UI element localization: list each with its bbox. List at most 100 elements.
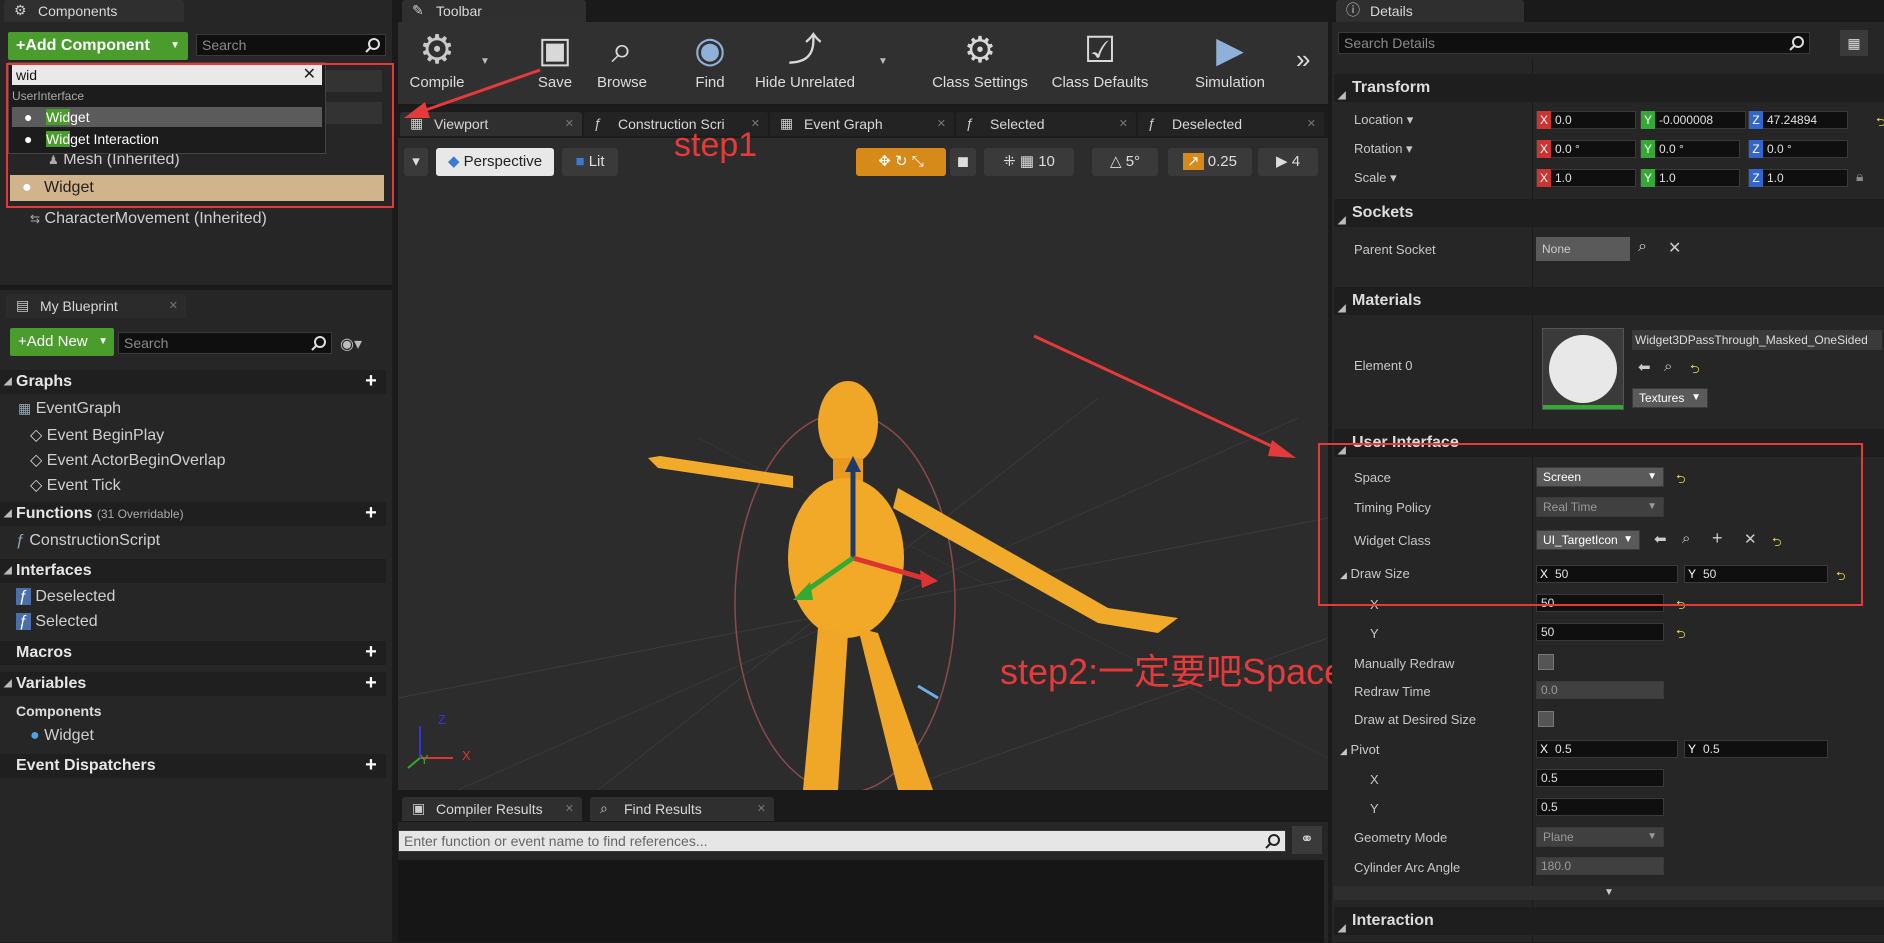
location-z-field[interactable]: Z 47.24894 — [1748, 111, 1848, 129]
compile-button[interactable]: ⚙ Compile — [400, 26, 474, 91]
event-dispatchers-section[interactable]: Event Dispatchers + — [0, 754, 386, 778]
tab-my-blueprint[interactable]: ▤ My Blueprint ✕ — [6, 294, 186, 318]
add-function-icon[interactable]: + — [362, 503, 380, 523]
tab-selected[interactable]: ƒ Selected ✕ — [956, 112, 1136, 136]
components-search-input[interactable]: Search — [196, 34, 386, 56]
tab-close-icon[interactable]: ✕ — [565, 797, 574, 821]
sockets-section[interactable]: ◢ Sockets — [1334, 199, 1884, 227]
location-label[interactable]: Location ▾ — [1354, 112, 1413, 128]
add-macro-icon[interactable]: + — [362, 642, 380, 662]
close-icon[interactable]: ✕ — [1668, 238, 1681, 258]
rotation-snap-button[interactable]: △ 5° — [1092, 148, 1158, 176]
tab-event-graph[interactable]: ▦ Event Graph ✕ — [770, 112, 954, 136]
rotation-y-field[interactable]: Y 0.0 ° — [1640, 140, 1740, 158]
save-button[interactable]: ▣ Save — [520, 26, 590, 91]
property-matrix-button[interactable]: ▦ — [1840, 30, 1868, 56]
draw-size-y-sub-field[interactable]: 50 — [1536, 623, 1664, 641]
interfaces-section[interactable]: ◢ Interfaces — [0, 559, 386, 583]
textures-button[interactable]: Textures ▼ — [1632, 388, 1708, 408]
class-settings-button[interactable]: ⚙ Class Settings — [924, 26, 1036, 91]
manually-redraw-checkbox[interactable] — [1538, 654, 1554, 670]
pivot-x-sub-field[interactable]: 0.5 — [1536, 769, 1664, 787]
parent-socket-field[interactable]: None — [1536, 237, 1630, 261]
redraw-time-field[interactable]: 0.0 — [1536, 681, 1664, 699]
blueprint-search-input[interactable]: Search — [118, 332, 332, 354]
draw-desired-size-checkbox[interactable] — [1538, 711, 1554, 727]
scale-snap-button[interactable]: ↗ 0.25 — [1168, 148, 1252, 176]
simulation-button[interactable]: ▶ Simulation — [1180, 26, 1280, 91]
add-dispatcher-icon[interactable]: + — [362, 755, 380, 775]
tab-close-icon[interactable]: ✕ — [169, 294, 178, 318]
rotation-label[interactable]: Rotation ▾ — [1354, 141, 1413, 157]
tab-compiler-results[interactable]: ▣ Compiler Results ✕ — [402, 797, 582, 821]
tab-close-icon[interactable]: ✕ — [1119, 112, 1128, 136]
reset-arrow-icon[interactable]: ⮌ — [1690, 360, 1700, 381]
scale-y-field[interactable]: Y 1.0 — [1640, 169, 1740, 187]
tab-viewport[interactable]: ▦ Viewport ✕ — [400, 112, 582, 136]
browse-button[interactable]: ⌕ Browse — [586, 26, 658, 91]
tab-details[interactable]: ⓘ Details — [1336, 0, 1524, 22]
tab-components[interactable]: ⚙ Components — [4, 0, 184, 22]
location-x-field[interactable]: X 0.0 — [1536, 111, 1636, 129]
function-item-construction-script[interactable]: ƒ ConstructionScript — [16, 532, 160, 550]
toolbar-overflow-button[interactable]: » — [1296, 44, 1310, 75]
graphs-section[interactable]: ◢ Graphs + — [0, 370, 386, 394]
class-defaults-button[interactable]: ☑ Class Defaults — [1044, 26, 1156, 91]
functions-section[interactable]: ◢ Functions (31 Overridable) + — [0, 502, 386, 526]
event-item[interactable]: ◇ Event BeginPlay — [30, 425, 164, 445]
event-item[interactable]: ◇ Event ActorBeginOverlap — [30, 450, 226, 470]
material-name-dropdown[interactable]: Widget3DPassThrough_Masked_OneSided — [1632, 330, 1882, 350]
tree-item-character-movement[interactable]: ⇆ CharacterMovement (Inherited) — [30, 210, 267, 228]
pivot-label[interactable]: ◢ Pivot — [1340, 742, 1379, 757]
transform-section[interactable]: ◢ Transform — [1334, 74, 1884, 102]
add-new-button[interactable]: +Add New ▼ — [10, 328, 114, 356]
material-thumbnail[interactable] — [1542, 328, 1624, 410]
browse-arrow-icon[interactable]: ⬅ — [1638, 358, 1651, 376]
viewport-options-button[interactable]: ▾ — [404, 148, 428, 176]
pivot-y-field[interactable]: Y 0.5 — [1684, 740, 1828, 758]
pivot-x-field[interactable]: X 0.5 — [1536, 740, 1678, 758]
add-component-button[interactable]: +Add Component ▼ — [8, 32, 188, 60]
transform-tools-group[interactable]: ✥ ↻ ⤡ — [856, 148, 946, 176]
cylinder-arc-angle-field[interactable]: 180.0 — [1536, 857, 1664, 875]
find-references-input[interactable]: Enter function or event name to find ref… — [398, 830, 1286, 852]
scale-z-field[interactable]: Z 1.0 — [1748, 169, 1848, 187]
tab-toolbar[interactable]: ✎ Toolbar — [402, 0, 586, 22]
tab-close-icon[interactable]: ✕ — [565, 112, 574, 136]
event-item[interactable]: ◇ Event Tick — [30, 475, 121, 495]
compile-options-icon[interactable]: ▼ — [480, 56, 490, 67]
rotation-z-field[interactable]: Z 0.0 ° — [1748, 140, 1848, 158]
search-icon[interactable]: ⌕ — [1638, 238, 1647, 256]
geometry-mode-dropdown[interactable]: Plane ▼ — [1536, 827, 1664, 847]
rotation-x-field[interactable]: X 0.0 ° — [1536, 140, 1636, 158]
grid-snap-button[interactable]: ⁜ ▦ 10 — [984, 148, 1074, 176]
macros-section[interactable]: Macros + — [0, 641, 386, 665]
show-advanced-icon[interactable]: ▼ — [1334, 886, 1884, 900]
scale-label[interactable]: Scale ▾ — [1354, 170, 1397, 186]
components-category[interactable]: Components — [16, 703, 102, 719]
variable-item-widget[interactable]: ● Widget — [30, 727, 94, 745]
details-search-input[interactable]: Search Details — [1338, 32, 1810, 54]
tab-close-icon[interactable]: ✕ — [937, 112, 946, 136]
pivot-y-sub-field[interactable]: 0.5 — [1536, 798, 1664, 816]
graph-item-eventgraph[interactable]: ▦ EventGraph — [18, 400, 121, 418]
scale-x-field[interactable]: X 1.0 — [1536, 169, 1636, 187]
add-graph-icon[interactable]: + — [362, 371, 380, 391]
find-in-all-button[interactable]: ⚭ — [1292, 826, 1322, 854]
surface-snap-button[interactable]: ◼ — [950, 148, 976, 176]
lit-button[interactable]: ■ Lit — [562, 148, 618, 176]
eye-icon[interactable]: ◉▾ — [340, 334, 362, 354]
variables-section[interactable]: ◢ Variables + — [0, 672, 386, 696]
add-variable-icon[interactable]: + — [362, 673, 380, 693]
location-y-field[interactable]: Y -0.000008 — [1640, 111, 1746, 129]
interface-item[interactable]: ƒ Selected — [16, 613, 98, 631]
reset-arrow-icon[interactable]: ⮌ — [1876, 113, 1884, 134]
tab-deselected[interactable]: ƒ Deselected ✕ — [1138, 112, 1324, 136]
hide-unrelated-options-icon[interactable]: ▼ — [878, 56, 888, 67]
search-icon[interactable]: ⌕ — [1664, 358, 1672, 375]
interaction-section[interactable]: ◢ Interaction — [1334, 907, 1884, 935]
materials-section[interactable]: ◢ Materials — [1334, 287, 1884, 315]
interface-item[interactable]: ƒ Deselected — [16, 588, 115, 606]
find-button[interactable]: ◉ Find — [674, 26, 746, 91]
reset-arrow-icon[interactable]: ⮌ — [1676, 625, 1686, 646]
